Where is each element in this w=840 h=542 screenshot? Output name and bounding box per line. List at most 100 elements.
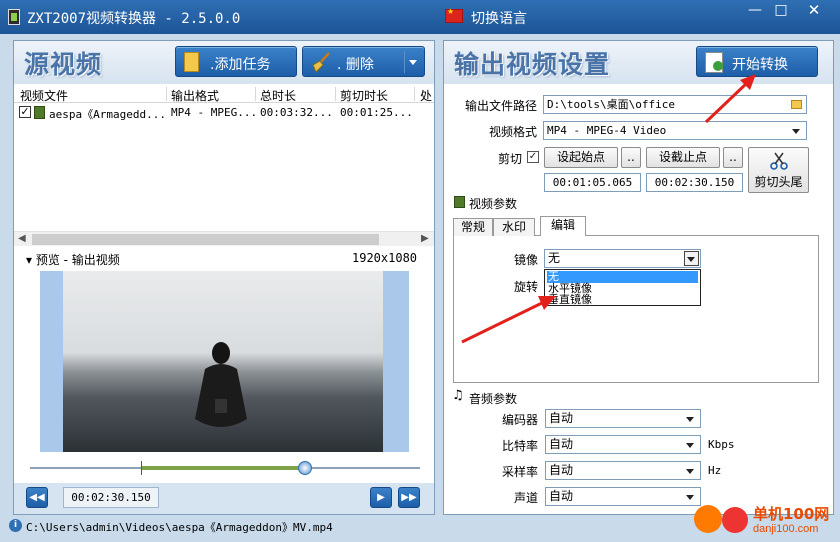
collapse-arrow-icon: ▾ [26, 253, 36, 267]
video-format-select[interactable]: MP4 - MPEG-4 Video [543, 121, 807, 140]
scissors-icon [770, 152, 788, 170]
chevron-down-icon[interactable] [686, 443, 694, 448]
samplerate-value: 自动 [549, 463, 574, 477]
mirror-dropdown-list: 无 水平镜像 垂直镜像 [544, 269, 701, 306]
tab-edit[interactable]: 编辑 [540, 216, 586, 237]
column-output-format[interactable]: 输出格式 [171, 87, 219, 104]
tab-watermark[interactable]: 水印 [493, 218, 535, 236]
music-note-icon: ♫ [452, 388, 464, 403]
bitrate-unit: Kbps [708, 438, 735, 451]
preview-toggle[interactable]: ▾ 预览 - 输出视频 [26, 251, 120, 268]
column-separator[interactable] [166, 87, 167, 101]
watermark-text: 单机100网 [753, 505, 830, 523]
mirror-select[interactable]: 无 [544, 249, 701, 268]
switch-language-button[interactable]: 切换语言 [471, 8, 527, 28]
cut-start-time-field[interactable]: 00:01:05.065 [544, 173, 641, 192]
film-icon [34, 106, 45, 119]
scroll-left-arrow-icon[interactable]: ◀ [18, 233, 26, 244]
add-task-label: .添加任务 [210, 57, 271, 73]
output-settings-title: 输出视频设置 [454, 50, 611, 79]
set-start-point-button[interactable]: 设起始点 [544, 147, 618, 168]
samplerate-label: 采样率 [502, 465, 539, 479]
row-file-name: aespa《Armagedd... [49, 108, 166, 121]
timeline-slider[interactable] [30, 461, 420, 475]
current-time-display: 00:02:30.150 [63, 487, 159, 508]
scroll-right-arrow-icon[interactable]: ▶ [421, 233, 429, 244]
maximize-button[interactable]: □ [768, 0, 794, 22]
timeline-start-marker[interactable] [141, 461, 142, 475]
video-frame-image [63, 271, 383, 452]
column-separator[interactable] [414, 87, 415, 101]
browse-folder-icon[interactable] [791, 100, 802, 109]
column-total-duration[interactable]: 总时长 [260, 87, 296, 104]
output-path-field[interactable]: D:\tools\桌面\office [543, 95, 807, 114]
output-panel-header: 输出视频设置 开始转换 [444, 41, 833, 84]
annotation-arrow-mirror [461, 296, 556, 344]
delete-label: . 删除 [337, 57, 374, 73]
tab-general[interactable]: 常规 [453, 218, 493, 236]
playback-bar: ◀◀ 00:02:30.150 ▶ ▶▶ [14, 483, 434, 514]
close-button[interactable]: ✕ [794, 0, 834, 22]
cut-head-tail-button[interactable]: 剪切头尾 [748, 147, 809, 193]
cut-head-tail-label: 剪切头尾 [754, 175, 803, 189]
cut-label: 剪切 [498, 152, 523, 166]
output-path-label: 输出文件路径 [465, 99, 538, 113]
play-button[interactable]: ▶ [370, 487, 392, 508]
video-params-icon [454, 196, 465, 208]
encoder-value: 自动 [549, 411, 574, 425]
video-params-label: 视频参数 [469, 197, 518, 211]
start-point-more-button[interactable]: .. [621, 147, 641, 168]
column-process[interactable]: 处 [420, 87, 432, 104]
column-separator[interactable] [255, 87, 256, 101]
mirror-option-vertical[interactable]: 垂直镜像 [547, 294, 698, 306]
china-flag-icon[interactable] [445, 7, 463, 23]
row-checkbox[interactable]: ✓ [19, 106, 31, 118]
end-point-more-button[interactable]: .. [723, 147, 743, 168]
video-format-value: MP4 - MPEG-4 Video [547, 124, 667, 137]
bitrate-value: 自动 [549, 437, 574, 451]
timeline-playhead[interactable] [298, 461, 312, 475]
video-preview[interactable] [40, 271, 409, 452]
samplerate-select[interactable]: 自动 [545, 461, 701, 480]
row-output-format: MP4 - MPEG... [171, 106, 258, 119]
column-cut-duration[interactable]: 剪切时长 [340, 87, 388, 104]
preview-label-text: 预览 - 输出视频 [35, 253, 120, 267]
channel-select[interactable]: 自动 [545, 487, 701, 506]
file-list-header: 视频文件 输出格式 总时长 剪切时长 处 [14, 86, 434, 103]
add-task-button[interactable]: .添加任务 [175, 46, 297, 77]
source-video-panel: 源视频 .添加任务 . 删除 视频文件 输出格式 总时长 剪切时长 处 ✓ ae… [13, 40, 435, 515]
watermark-logo-circle-2 [722, 507, 748, 533]
output-path-value: D:\tools\桌面\office [547, 98, 675, 111]
row-cut-duration: 00:01:25... [340, 106, 413, 119]
scrollbar-thumb[interactable] [32, 234, 379, 245]
encoder-select[interactable]: 自动 [545, 409, 701, 428]
chevron-down-icon[interactable] [687, 257, 695, 262]
chevron-down-icon[interactable] [686, 495, 694, 500]
table-row[interactable]: ✓ aespa《Armagedd... MP4 - MPEG... 00:03:… [14, 104, 434, 121]
watermark-url: danji100.com [753, 523, 819, 535]
delete-dropdown-arrow-icon[interactable] [409, 60, 417, 65]
chevron-down-icon[interactable] [686, 417, 694, 422]
video-format-label: 视频格式 [489, 125, 538, 139]
column-video-file[interactable]: 视频文件 [20, 87, 68, 104]
set-end-point-button[interactable]: 设截止点 [646, 147, 720, 168]
window-title: ZXT2007视频转换器 - 2.5.0.0 [27, 11, 241, 27]
mirror-label: 镜像 [514, 253, 539, 267]
cut-checkbox[interactable]: ✓ [527, 151, 539, 163]
horizontal-scrollbar[interactable]: ◀ ▶ [14, 231, 434, 246]
delete-dropdown-separator [404, 51, 405, 73]
folder-icon [184, 52, 199, 72]
column-separator[interactable] [335, 87, 336, 101]
minimize-button[interactable]: — [742, 0, 768, 22]
rewind-button[interactable]: ◀◀ [26, 487, 48, 508]
chevron-down-icon[interactable] [686, 469, 694, 474]
app-icon [8, 9, 20, 25]
fast-forward-button[interactable]: ▶▶ [398, 487, 420, 508]
chevron-down-icon[interactable] [792, 129, 800, 134]
row-total-duration: 00:03:32... [260, 106, 333, 119]
source-panel-header: 源视频 .添加任务 . 删除 [14, 41, 434, 84]
bitrate-select[interactable]: 自动 [545, 435, 701, 454]
cut-end-time-field[interactable]: 00:02:30.150 [646, 173, 743, 192]
info-icon: i [9, 519, 22, 532]
delete-button[interactable]: . 删除 [302, 46, 425, 77]
